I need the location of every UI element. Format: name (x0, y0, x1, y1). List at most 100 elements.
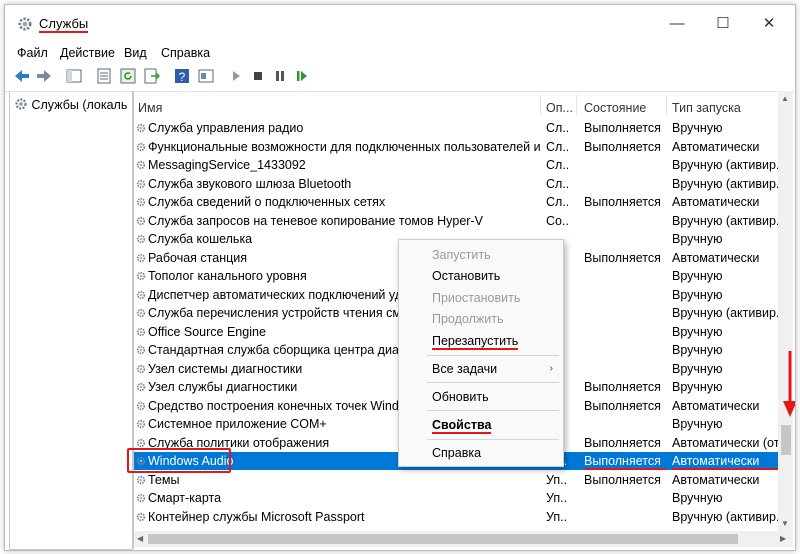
menu-help[interactable]: Справка (161, 46, 210, 60)
service-row[interactable]: Смарт-карта Уп... Вручную (134, 489, 778, 507)
minimize-button[interactable]: — (655, 11, 699, 37)
context-refresh[interactable]: Обновить (432, 390, 489, 404)
service-startup-type: Вручную (672, 232, 723, 246)
column-header-startup-type[interactable]: Тип запуска (672, 101, 741, 115)
context-properties[interactable]: Свойства (432, 418, 492, 434)
service-startup-type: Автоматически (672, 454, 778, 470)
service-gear-icon (136, 196, 146, 208)
service-startup-type: Вручную (активир... (672, 213, 778, 228)
service-state: Выполняется (584, 435, 661, 450)
context-help[interactable]: Справка (432, 446, 481, 460)
service-row[interactable]: Функциональные возможности для подключен… (134, 138, 778, 156)
service-name: Служба управления радио (148, 121, 304, 135)
service-row[interactable]: Служба управления радио Сл... Выполняется В… (134, 119, 778, 137)
service-description: Уп... (546, 509, 568, 524)
vertical-scroll-thumb[interactable] (781, 425, 791, 455)
service-gear-icon (136, 289, 146, 301)
context-menu: Запустить Остановить Приостановить Продо… (398, 239, 564, 467)
back-arrow-icon[interactable] (13, 67, 31, 85)
service-description: Сл... (546, 176, 568, 191)
service-state: Выполняется (584, 454, 666, 470)
list-header: Имя Оп... Состояние Тип запуска (134, 91, 778, 117)
service-name: Служба сведений о подключенных сетях (148, 195, 386, 209)
service-state: Выполняется (584, 250, 661, 265)
service-startup-type: Вручную (672, 380, 723, 394)
service-gear-icon (136, 474, 146, 486)
column-divider[interactable] (666, 95, 667, 115)
context-all-tasks[interactable]: Все задачи (432, 362, 497, 376)
service-state: Выполняется (584, 472, 661, 487)
forward-arrow-icon[interactable] (35, 67, 53, 85)
menu-action[interactable]: Действие (60, 46, 115, 60)
export-list-icon[interactable] (143, 67, 161, 85)
service-row[interactable]: MessagingService_1433092 Сл... Вручную (ак… (134, 156, 778, 174)
service-startup-type: Вручную (активир... (672, 306, 778, 320)
context-resume[interactable]: Продолжить (432, 312, 503, 326)
scroll-up-arrow-icon[interactable]: ▲ (781, 94, 789, 103)
list-view-icon[interactable] (95, 67, 113, 85)
service-startup-type: Автоматически (от... (672, 435, 778, 450)
service-description: Сл... (546, 195, 568, 209)
service-startup-type: Автоматически (672, 398, 760, 413)
services-gear-icon (18, 17, 32, 31)
service-startup-type: Вручную (672, 324, 723, 339)
annotation-highlight-box (127, 448, 231, 473)
service-row[interactable]: Служба запросов на теневое копирование т… (134, 212, 778, 230)
stop-icon[interactable] (249, 67, 267, 85)
service-row[interactable]: Темы Уп... Выполняется Автоматически (134, 471, 778, 489)
service-description: Уп... (546, 491, 568, 505)
close-button[interactable]: ✕ (747, 11, 791, 37)
toolbar: ? (5, 63, 795, 92)
service-gear-icon (136, 270, 146, 282)
restart-icon[interactable] (293, 67, 311, 85)
context-restart[interactable]: Перезапустить (432, 334, 519, 350)
tree-item-label: Службы (локаль (31, 98, 128, 112)
service-startup-type: Автоматически (672, 250, 760, 265)
service-gear-icon (136, 363, 146, 375)
service-gear-icon (136, 233, 146, 245)
column-divider[interactable] (576, 95, 577, 115)
maximize-button[interactable]: ☐ (701, 11, 745, 37)
column-divider[interactable] (540, 95, 541, 115)
service-row[interactable]: Контейнер службы Microsoft Passport Уп...… (134, 508, 778, 526)
service-name: Служба звукового шлюза Bluetooth (148, 176, 352, 191)
column-header-description[interactable]: Оп... (546, 101, 573, 115)
context-start[interactable]: Запустить (432, 248, 491, 262)
service-gear-icon (136, 437, 146, 449)
tree-item-services-local[interactable]: Службы (локаль (14, 97, 127, 112)
service-startup-type: Вручную (672, 287, 723, 302)
service-gear-icon (136, 511, 146, 523)
help-icon[interactable]: ? (173, 67, 191, 85)
service-gear-icon (136, 492, 146, 504)
service-startup-type: Вручную (активир... (672, 158, 778, 172)
service-startup-type: Вручную (672, 417, 723, 431)
menu-view[interactable]: Вид (124, 46, 147, 60)
column-header-state[interactable]: Состояние (584, 101, 646, 115)
service-row[interactable]: Служба звукового шлюза Bluetooth Сл... Вру… (134, 175, 778, 193)
horizontal-scrollbar[interactable]: ◀ ▶ (134, 531, 793, 547)
refresh-icon[interactable] (119, 67, 137, 85)
service-startup-type: Вручную (активир... (672, 176, 778, 191)
column-header-name[interactable]: Имя (138, 101, 162, 115)
pause-icon[interactable] (271, 67, 289, 85)
service-description: Уп... (546, 472, 568, 487)
play-icon[interactable] (227, 67, 245, 85)
service-description: Сл... (546, 121, 568, 135)
vertical-scrollbar[interactable]: ▲ ▼ (778, 91, 793, 531)
service-startup-type: Автоматически (672, 195, 760, 209)
service-row[interactable]: Служба сведений о подключенных сетях Сл..… (134, 193, 778, 211)
menu-file[interactable]: Файл (17, 46, 48, 60)
services-gear-icon (15, 98, 27, 110)
context-stop[interactable]: Остановить (432, 269, 500, 283)
properties-icon[interactable] (197, 67, 215, 85)
service-startup-type: Вручную (672, 361, 723, 376)
scroll-down-arrow-icon[interactable]: ▼ (781, 519, 789, 528)
console-tree: Службы (локаль (9, 91, 133, 550)
service-state: Выполняется (584, 380, 661, 394)
console-tree-icon[interactable] (65, 67, 83, 85)
scroll-left-arrow-icon[interactable]: ◀ (137, 534, 143, 543)
service-gear-icon (136, 400, 146, 412)
context-pause[interactable]: Приостановить (432, 291, 520, 305)
horizontal-scroll-thumb[interactable] (148, 534, 738, 544)
scroll-right-arrow-icon[interactable]: ▶ (780, 534, 786, 543)
